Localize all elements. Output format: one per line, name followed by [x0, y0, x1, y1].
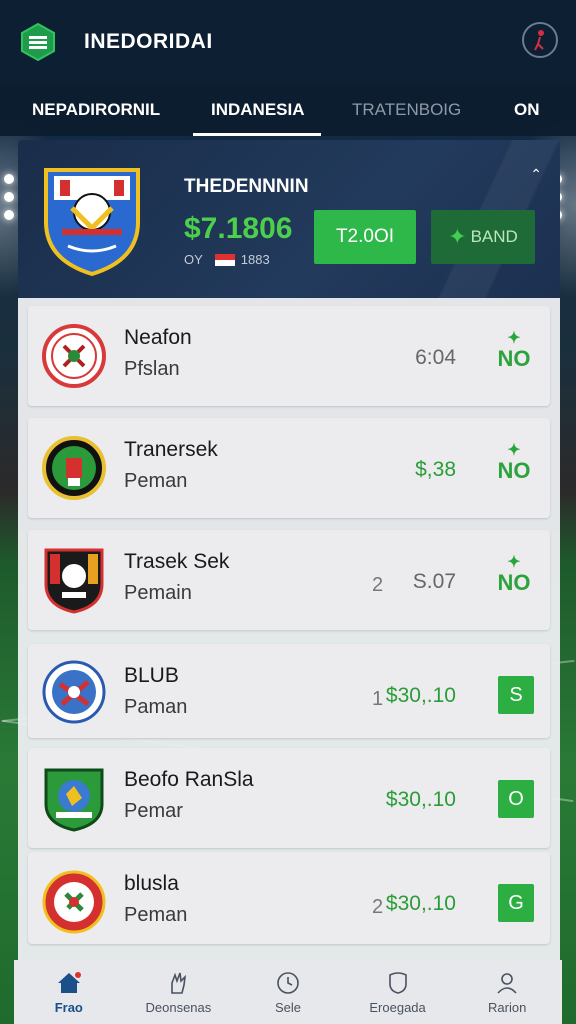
club-crest-icon: [44, 768, 104, 832]
player-list: Neafon Pfslan 6:04 ✦ NO Tranersek Peman $…: [18, 298, 560, 960]
status-badge[interactable]: ✦ NO: [496, 442, 532, 484]
item-price: S.07: [412, 570, 456, 593]
tab-nepadirornil[interactable]: NEPADIRORNIL: [32, 84, 160, 136]
menu-logo-icon[interactable]: [20, 22, 56, 62]
item-sub: Peman: [124, 904, 188, 926]
nav-sele[interactable]: Sele: [233, 960, 343, 1024]
featured-sub-prefix: OY: [184, 252, 203, 267]
nav-eroegada[interactable]: Eroegada: [343, 960, 453, 1024]
club-crest-icon: [42, 436, 106, 500]
list-item[interactable]: Tranersek Peman $,38 ✦ NO: [28, 418, 550, 518]
list-item[interactable]: BLUB Paman 1 $30,.10 S: [28, 644, 550, 738]
nav-deonsenas[interactable]: Deonsenas: [124, 960, 234, 1024]
nav-label: Frao: [54, 999, 83, 1015]
tab-bar: NEPADIRORNIL INDANESIA TRATENBOIG ON: [0, 84, 576, 136]
item-sub: Paman: [124, 696, 188, 718]
featured-subline: OY 1883: [184, 252, 270, 267]
item-price: $30,.10: [385, 892, 456, 915]
nav-label: Deonsenas: [145, 999, 212, 1015]
indonesia-flag-icon: [214, 253, 235, 266]
item-name: Neafon: [124, 326, 192, 349]
nav-label: Eroegada: [369, 999, 426, 1015]
featured-primary-button[interactable]: T2.0OI: [314, 210, 416, 264]
featured-club-crest-icon: [44, 168, 140, 277]
app-header: INEDORIDAI: [0, 0, 576, 84]
star-icon: ✦: [507, 554, 521, 571]
tab-on[interactable]: ON: [514, 84, 540, 136]
club-crest-icon: [42, 324, 106, 388]
featured-price: $7.1806: [184, 212, 293, 245]
item-price: $,38: [415, 458, 456, 481]
featured-secondary-button[interactable]: ✦ BAND: [431, 210, 535, 264]
status-badge[interactable]: ✦ NO: [496, 554, 532, 596]
list-item[interactable]: Beofo RanSla Pemar $30,.10 O: [28, 748, 550, 848]
item-sub: Pfslan: [124, 358, 180, 380]
shield-icon: [385, 970, 411, 996]
featured-title: THEDENNNIN: [184, 176, 309, 197]
status-badge[interactable]: ✦ NO: [496, 330, 532, 372]
bottom-nav: Frao Deonsenas Sele Eroegada Rarion: [14, 960, 562, 1024]
item-sub: Pemain: [124, 582, 192, 604]
list-item[interactable]: Neafon Pfslan 6:04 ✦ NO: [28, 306, 550, 406]
club-crest-icon: [42, 660, 106, 724]
app-title: INEDORIDAI: [84, 30, 213, 53]
status-badge[interactable]: O: [498, 780, 534, 818]
club-crest-icon: [42, 870, 106, 934]
tab-indanesia[interactable]: INDANESIA: [193, 84, 320, 136]
item-number: 1: [372, 688, 384, 710]
item-name: Tranersek: [124, 438, 218, 461]
star-icon: ✦: [448, 224, 467, 249]
star-icon: ✦: [507, 330, 521, 347]
item-name: blusla: [124, 872, 179, 895]
profile-icon[interactable]: [522, 22, 558, 58]
featured-sub-value: 1883: [240, 252, 270, 267]
nav-label: Rarion: [488, 999, 527, 1015]
item-price: $30,.10: [385, 684, 456, 707]
item-number: 2: [372, 896, 384, 918]
item-name: Trasek Sek: [124, 550, 230, 573]
featured-card[interactable]: THEDENNNIN $7.1806 OY 1883 ⌃ T2.0OI ✦ BA…: [18, 140, 560, 298]
user-icon: [494, 970, 520, 996]
item-price: $30,.10: [385, 788, 456, 811]
status-badge[interactable]: G: [498, 884, 534, 922]
clock-icon: [275, 970, 301, 996]
nav-home[interactable]: Frao: [14, 960, 124, 1024]
status-badge[interactable]: S: [498, 676, 534, 714]
item-name: Beofo RanSla: [124, 768, 254, 791]
nav-label: Sele: [274, 999, 301, 1015]
nav-rarion[interactable]: Rarion: [452, 960, 562, 1024]
list-item[interactable]: Trasek Sek Pemain 2 S.07 ✦ NO: [28, 530, 550, 630]
tab-tratenboig[interactable]: TRATENBOIG: [352, 84, 461, 136]
home-icon: [56, 970, 82, 996]
hand-icon: [165, 970, 191, 996]
item-sub: Pemar: [124, 800, 183, 822]
item-number: 2: [372, 574, 384, 596]
list-item[interactable]: blusla Peman 2 $30,.10 G: [28, 852, 550, 944]
featured-secondary-label: BAND: [470, 227, 518, 246]
club-crest-icon: [44, 548, 104, 614]
star-icon: ✦: [507, 442, 521, 459]
item-name: BLUB: [124, 664, 179, 687]
item-price: 6:04: [415, 346, 456, 369]
chevron-up-icon[interactable]: ⌃: [530, 166, 542, 183]
item-sub: Peman: [124, 470, 188, 492]
